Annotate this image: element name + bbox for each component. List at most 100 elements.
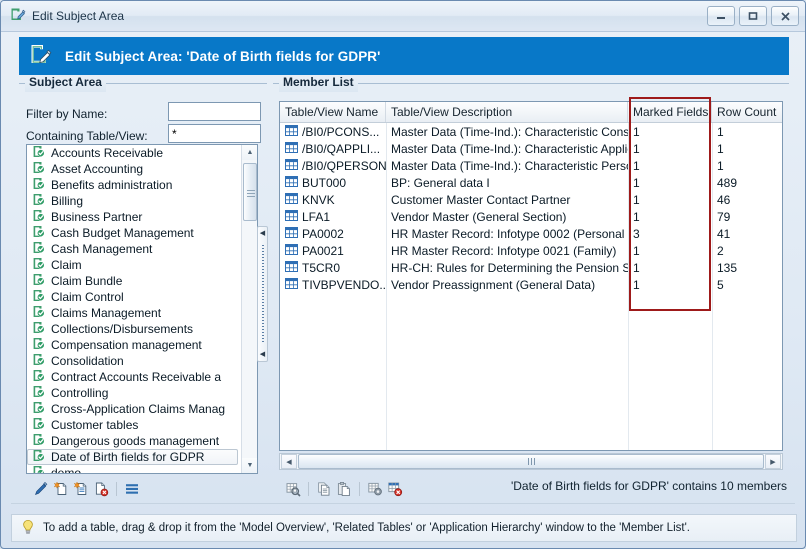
member-list-horizontal-scrollbar[interactable]: ◀ ▶ (279, 453, 783, 470)
member-list-table[interactable]: Table/View Name Table/View Description Mar… (279, 101, 783, 451)
table-row[interactable]: /BI0/QPERSON Master Data (Time-Ind.): Cha… (280, 157, 782, 174)
subject-area-item-label: Billing (51, 194, 84, 208)
subject-area-listbox[interactable]: Accounts Receivable Asset Accounting Benef… (26, 144, 258, 474)
cell-table-view-description: BP: General data I (386, 174, 628, 191)
list-item[interactable]: Cash Budget Management (27, 225, 240, 241)
list-item[interactable]: Claim (27, 257, 240, 273)
list-item[interactable]: Consolidation (27, 353, 240, 369)
hscroll-thumb[interactable] (298, 454, 764, 469)
table-icon (285, 260, 298, 275)
cell-table-view-name: TIVBPVENDO... (280, 276, 386, 293)
list-item[interactable]: Compensation management (27, 337, 240, 353)
hint-bar: To add a table, drag & drop it from the … (11, 514, 797, 542)
cell-table-view-description-text: BP: General data I (391, 175, 490, 190)
table-icon (285, 192, 298, 207)
cell-table-view-description-text: Customer Master Contact Partner (391, 192, 571, 207)
cell-table-view-description-text: Master Data (Time-Ind.): Characteristic … (391, 158, 628, 173)
cell-table-view-name-text: /BI0/PCONS... (302, 124, 380, 139)
scroll-right-arrow-icon[interactable]: ▶ (765, 454, 781, 469)
cell-table-view-description-text: Master Data (Time-Ind.): Characteristic … (391, 141, 628, 156)
containing-table-view-row: Containing Table/View: (26, 126, 148, 146)
cell-row-count: 1 (712, 140, 782, 157)
column-header-table-view-description[interactable]: Table/View Description (386, 102, 628, 122)
cell-row-count-text: 489 (717, 175, 738, 190)
remove-table-button[interactable] (385, 479, 405, 499)
table-row[interactable]: /BI0/PCONS... Master Data (Time-Ind.): Ch… (280, 123, 782, 140)
filter-by-name-input[interactable] (168, 102, 261, 121)
table-row[interactable]: T5CR0 HR-CH: Rules for Determining the Pe… (280, 259, 782, 276)
table-icon (285, 124, 298, 139)
cell-row-count: 46 (712, 191, 782, 208)
cell-table-view-description-text: Vendor Preassignment (General Data) (391, 277, 596, 292)
subject-area-scrollbar[interactable]: ▲ ▼ (241, 145, 257, 473)
column-separator (712, 123, 713, 450)
list-item[interactable]: demo (27, 465, 240, 473)
copy-subject-area-button[interactable] (71, 479, 91, 499)
splitter-grip (262, 245, 264, 343)
table-icon (285, 175, 298, 190)
scroll-down-arrow-icon[interactable]: ▼ (242, 458, 257, 473)
cell-marked-fields-text: 1 (633, 192, 640, 207)
list-item[interactable]: Benefits administration (27, 177, 240, 193)
list-item[interactable]: Collections/Disbursements (27, 321, 240, 337)
table-row[interactable]: PA0021 HR Master Record: Infotype 0021 (F… (280, 242, 782, 259)
edit-subject-area-button[interactable] (31, 479, 51, 499)
column-header-row-count[interactable]: Row Count (712, 102, 782, 122)
list-item[interactable]: Claim Control (27, 289, 240, 305)
delete-subject-area-button[interactable] (91, 479, 111, 499)
table-body: /BI0/PCONS... Master Data (Time-Ind.): Ch… (280, 123, 782, 450)
minimize-button[interactable] (707, 6, 735, 26)
table-row[interactable]: BUT000 BP: General data I 1 489 (280, 174, 782, 191)
table-row[interactable]: TIVBPVENDO... Vendor Preassignment (Gener… (280, 276, 782, 293)
list-item[interactable]: Cross-Application Claims Manag (27, 401, 240, 417)
list-item[interactable]: Customer tables (27, 417, 240, 433)
list-view-button[interactable] (122, 479, 142, 499)
table-row[interactable]: PA0002 HR Master Record: Infotype 0002 (P… (280, 225, 782, 242)
table-settings-button[interactable] (365, 479, 385, 499)
cell-marked-fields-text: 1 (633, 175, 640, 190)
list-item[interactable]: Cash Management (27, 241, 240, 257)
list-item[interactable]: Billing (27, 193, 240, 209)
cell-row-count-text: 1 (717, 124, 724, 139)
cell-marked-fields-text: 1 (633, 141, 640, 156)
cell-table-view-name: T5CR0 (280, 259, 386, 276)
panel-splitter[interactable]: ◀ ◀ (257, 226, 268, 362)
table-row[interactable]: LFA1 Vendor Master (General Section) 1 79 (280, 208, 782, 225)
subject-area-icon (32, 209, 46, 225)
list-item[interactable]: Business Partner (27, 209, 240, 225)
paste-button[interactable] (334, 479, 354, 499)
maximize-button[interactable] (739, 6, 767, 26)
scroll-left-arrow-icon[interactable]: ◀ (281, 454, 297, 469)
list-item[interactable]: Asset Accounting (27, 161, 240, 177)
copy-button[interactable] (314, 479, 334, 499)
scrollbar-thumb[interactable] (243, 163, 257, 221)
containing-table-view-input[interactable] (168, 124, 261, 143)
column-header-marked-fields[interactable]: Marked Fields (628, 102, 712, 122)
subject-area-item-selected[interactable]: Date of Birth fields for GDPR (27, 449, 238, 465)
new-subject-area-button[interactable] (51, 479, 71, 499)
table-icon (285, 158, 298, 173)
list-item[interactable]: Claims Management (27, 305, 240, 321)
list-item[interactable]: Accounts Receivable (27, 145, 240, 161)
column-header-table-view-name[interactable]: Table/View Name (280, 102, 386, 122)
table-row[interactable]: /BI0/QAPPLI... Master Data (Time-Ind.): C… (280, 140, 782, 157)
cell-row-count-text: 2 (717, 243, 724, 258)
list-item[interactable]: Claim Bundle (27, 273, 240, 289)
find-table-button[interactable] (283, 479, 303, 499)
cell-table-view-name: KNVK (280, 191, 386, 208)
lightbulb-icon (21, 519, 35, 538)
table-row[interactable]: KNVK Customer Master Contact Partner 1 46 (280, 191, 782, 208)
subject-area-icon (32, 369, 46, 385)
hint-text: To add a table, drag & drop it from the … (43, 522, 690, 534)
list-item[interactable]: Controlling (27, 385, 240, 401)
list-item[interactable]: Dangerous goods management (27, 433, 240, 449)
close-button[interactable] (771, 6, 799, 26)
cell-marked-fields-text: 1 (633, 243, 640, 258)
list-item[interactable]: Contract Accounts Receivable a (27, 369, 240, 385)
hscroll-track[interactable] (298, 454, 764, 469)
cell-row-count-text: 135 (717, 260, 738, 275)
subject-area-item-label: Cash Budget Management (51, 226, 194, 240)
cell-table-view-description-text: Master Data (Time-Ind.): Characteristic … (391, 124, 628, 139)
cell-row-count: 1 (712, 157, 782, 174)
scroll-up-arrow-icon[interactable]: ▲ (242, 145, 257, 160)
